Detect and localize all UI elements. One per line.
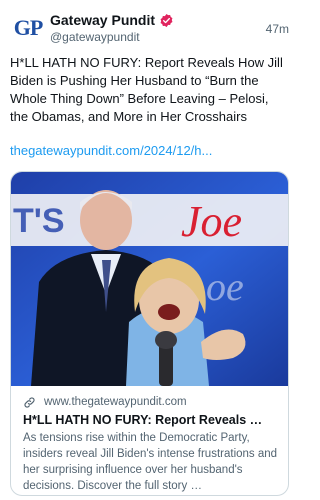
background-joe-text: oe bbox=[206, 264, 244, 309]
verified-badge-icon bbox=[160, 13, 173, 27]
link-icon bbox=[24, 396, 35, 408]
avatar[interactable]: GP bbox=[10, 10, 46, 46]
gateway-pundit-logo: GP bbox=[13, 15, 44, 40]
card-domain-row: www.thegatewaypundit.com bbox=[23, 394, 278, 410]
banner-fragment-text: T'S bbox=[13, 202, 65, 240]
post-timestamp[interactable]: 47m bbox=[266, 22, 289, 36]
name-row: Gateway Pundit bbox=[50, 12, 174, 28]
link-preview-card[interactable]: T'S Joe oe www.thegatewaypundit.com H*LL… bbox=[10, 171, 289, 496]
card-title: H*LL HATH NO FURY: Report Reveals … bbox=[23, 413, 263, 427]
post-header: GP Gateway Pundit @gatewaypundit 47m bbox=[10, 10, 289, 46]
card-domain: www.thegatewaypundit.com bbox=[44, 396, 187, 408]
post-link[interactable]: thegatewaypundit.com/2024/12/h... bbox=[10, 143, 212, 158]
post-text: H*LL HATH NO FURY: Report Reveals How Ji… bbox=[10, 55, 283, 124]
woman-mouth bbox=[158, 304, 180, 320]
user-handle[interactable]: @gatewaypundit bbox=[50, 30, 140, 44]
display-name[interactable]: Gateway Pundit bbox=[50, 12, 155, 28]
card-image[interactable]: T'S Joe oe bbox=[11, 172, 288, 386]
card-body[interactable]: www.thegatewaypundit.com H*LL HATH NO FU… bbox=[11, 386, 288, 495]
card-description: As tensions rise within the Democratic P… bbox=[23, 432, 278, 492]
banner-joe-text: Joe bbox=[181, 197, 242, 246]
